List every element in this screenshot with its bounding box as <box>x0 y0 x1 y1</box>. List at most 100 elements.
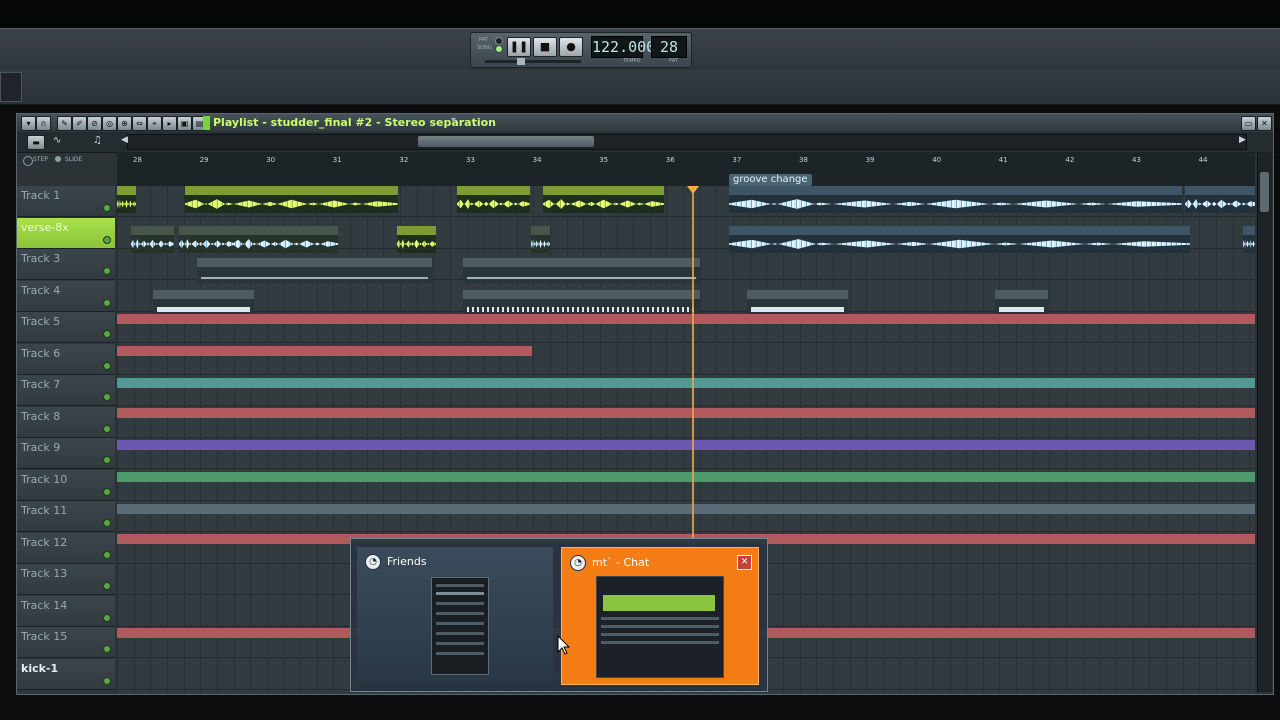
audio-clip-kick-4[interactable]: kick-4 <box>131 226 174 253</box>
audio-clip[interactable] <box>397 226 436 253</box>
snap-step-radio[interactable] <box>23 156 33 166</box>
audio-clip-chorus2[interactable]: chorus2 <box>233 226 338 253</box>
audio-clip-chorus[interactable]: chorus <box>179 226 234 253</box>
track-header[interactable]: Track 5 <box>17 312 115 343</box>
friends-window-thumbnail[interactable]: ◔ Friends <box>357 547 553 683</box>
pattern-clip-fls-crash[interactable]: FLS_Crash... <box>995 290 1048 317</box>
track-header[interactable]: Track 1 <box>17 186 115 217</box>
audio-clip[interactable] <box>117 186 136 213</box>
menu-arrow-icon[interactable]: ▾ <box>21 116 36 131</box>
vertical-scrollbar[interactable] <box>1257 152 1272 692</box>
track-enable-led[interactable] <box>103 519 111 527</box>
automation-clip[interactable] <box>117 472 1255 482</box>
mute-tool-icon[interactable]: ⊘ <box>87 116 102 131</box>
left-panel-tab[interactable] <box>0 72 22 102</box>
friends-preview <box>431 577 489 675</box>
track-enable-led[interactable] <box>103 613 111 622</box>
chat-window-thumbnail[interactable]: ◔ mt` - Chat ✕ <box>561 547 759 685</box>
track-header[interactable]: Track 3 <box>17 249 115 280</box>
automation-clip[interactable] <box>117 504 1255 514</box>
track-header[interactable]: Track 4 <box>17 280 115 312</box>
track-header[interactable]: Track 7 <box>17 375 115 406</box>
title-dropdown-icon[interactable]: ▾ <box>451 115 456 126</box>
tempo-display[interactable]: 122.000 <box>591 36 655 58</box>
track-header[interactable]: Track 15 <box>17 627 115 658</box>
vertical-scroll-thumb[interactable] <box>1260 172 1269 212</box>
audio-clip-the-kill[interactable]: The Kill <box>185 186 398 213</box>
track-header[interactable]: Track 11 <box>17 501 115 532</box>
track-header[interactable]: Track 9 <box>17 438 115 469</box>
magnet-icon[interactable]: ∩ <box>36 116 51 131</box>
pattern-clip-fls-crash[interactable]: FLS_Crash... <box>747 290 848 317</box>
track-enable-led[interactable] <box>103 235 111 244</box>
audio-clip[interactable] <box>531 226 550 253</box>
scroll-left-icon[interactable]: ◀ <box>121 135 128 145</box>
timeline-marker[interactable]: groove change <box>729 174 812 186</box>
maximize-icon[interactable]: ▭ <box>1241 116 1256 131</box>
slice-tool-icon[interactable]: ⊕ <box>117 116 132 131</box>
track-enable-led[interactable] <box>103 204 111 212</box>
automation-clip[interactable] <box>117 440 1255 450</box>
pattern-display[interactable]: 28 <box>651 36 687 58</box>
track-header[interactable]: Track 13 <box>17 564 115 595</box>
scroll-right-icon[interactable]: ▶ <box>1239 135 1246 145</box>
pattern-clip-fls-crash[interactable]: FLS_Crash... <box>153 290 254 317</box>
track-enable-led[interactable] <box>103 487 111 496</box>
track-enable-led[interactable] <box>103 456 111 464</box>
track-enable-led[interactable] <box>103 550 111 559</box>
track-enable-led[interactable] <box>103 582 111 590</box>
select-tool-icon[interactable]: ⇔ <box>132 116 147 131</box>
playback-tool-icon[interactable]: ▸ <box>162 116 177 131</box>
track-header[interactable]: Track 8 <box>17 406 115 438</box>
stop-button[interactable]: ■ <box>533 37 557 57</box>
slip-tool-icon[interactable]: ◎ <box>102 116 117 131</box>
horizontal-scrollbar[interactable] <box>127 134 1247 150</box>
audio-clip-the-kill[interactable]: The Kill <box>543 186 664 213</box>
track-header[interactable]: Track 10 <box>17 469 115 501</box>
draw-pencil-icon[interactable]: ✎ <box>57 116 72 131</box>
track-header[interactable]: Track 12 <box>17 532 115 564</box>
pattern-clip-break[interactable]: break <box>463 258 700 283</box>
track-enable-led[interactable] <box>103 361 111 370</box>
playlist-view-icon[interactable]: ▬ <box>27 135 45 150</box>
song-position-handle[interactable] <box>517 58 525 65</box>
zoom-tool-icon[interactable]: ⌖ <box>147 116 162 131</box>
track-enable-led[interactable] <box>103 393 111 401</box>
automation-clip[interactable] <box>117 378 1255 388</box>
pat-mode-radio[interactable] <box>495 37 503 45</box>
audio-clip[interactable] <box>1243 226 1255 253</box>
audio-clip-this-is[interactable]: this_is <box>1185 186 1255 213</box>
automation-view-icon[interactable]: ∿ <box>53 135 71 148</box>
close-thumbnail-icon[interactable]: ✕ <box>737 555 752 570</box>
automation-clip[interactable] <box>117 408 1255 418</box>
pattern-tool-icon[interactable]: ▣ <box>177 116 192 131</box>
track-header[interactable]: Track 14 <box>17 595 115 627</box>
audio-clip-the-kill[interactable]: The Kill <box>457 186 530 213</box>
audio-clip-verse-2b-2[interactable]: verse_2b #2 <box>729 226 1190 253</box>
pause-button[interactable]: ❚❚ <box>507 37 531 57</box>
paint-brush-icon[interactable]: ✐ <box>72 116 87 131</box>
pattern-clip-break[interactable]: break <box>197 258 432 283</box>
horizontal-scroll-thumb[interactable] <box>418 136 594 147</box>
playlist-titlebar[interactable]: ▾ ∩ ✎ ✐ ⊘ ◎ ⊕ ⇔ ⌖ ▸ ▣ ▤ Playlist - studd… <box>17 114 1273 133</box>
track-header[interactable]: Track 6 <box>17 343 115 375</box>
timeline-ruler[interactable]: 28 29 30 31 32 33 34 35 36 37 38 39 40 41 42 43 44 groov… <box>117 152 1255 187</box>
track-header[interactable]: kick-1 <box>17 658 115 690</box>
track-enable-led[interactable] <box>103 298 111 307</box>
audio-clip-verse-2b[interactable]: verse_2b <box>729 186 1182 213</box>
track-enable-led[interactable] <box>103 330 111 338</box>
snap-slide-radio[interactable] <box>55 156 61 162</box>
track-enable-led[interactable] <box>103 267 111 275</box>
automation-clip[interactable] <box>117 314 1255 324</box>
close-icon[interactable]: ✕ <box>1257 116 1272 131</box>
song-position-slider[interactable] <box>485 58 581 65</box>
pattern-view-icon[interactable]: ♫ <box>93 135 111 148</box>
track-enable-led[interactable] <box>103 676 111 685</box>
track-enable-led[interactable] <box>103 424 111 433</box>
song-mode-radio[interactable] <box>495 45 503 53</box>
record-button[interactable]: ● <box>559 37 583 57</box>
automation-clip[interactable] <box>117 346 532 356</box>
track-header[interactable]: verse-8x <box>17 217 115 249</box>
pattern-clip-soft-piano[interactable]: soft piano <box>463 290 700 317</box>
track-enable-led[interactable] <box>103 645 111 653</box>
